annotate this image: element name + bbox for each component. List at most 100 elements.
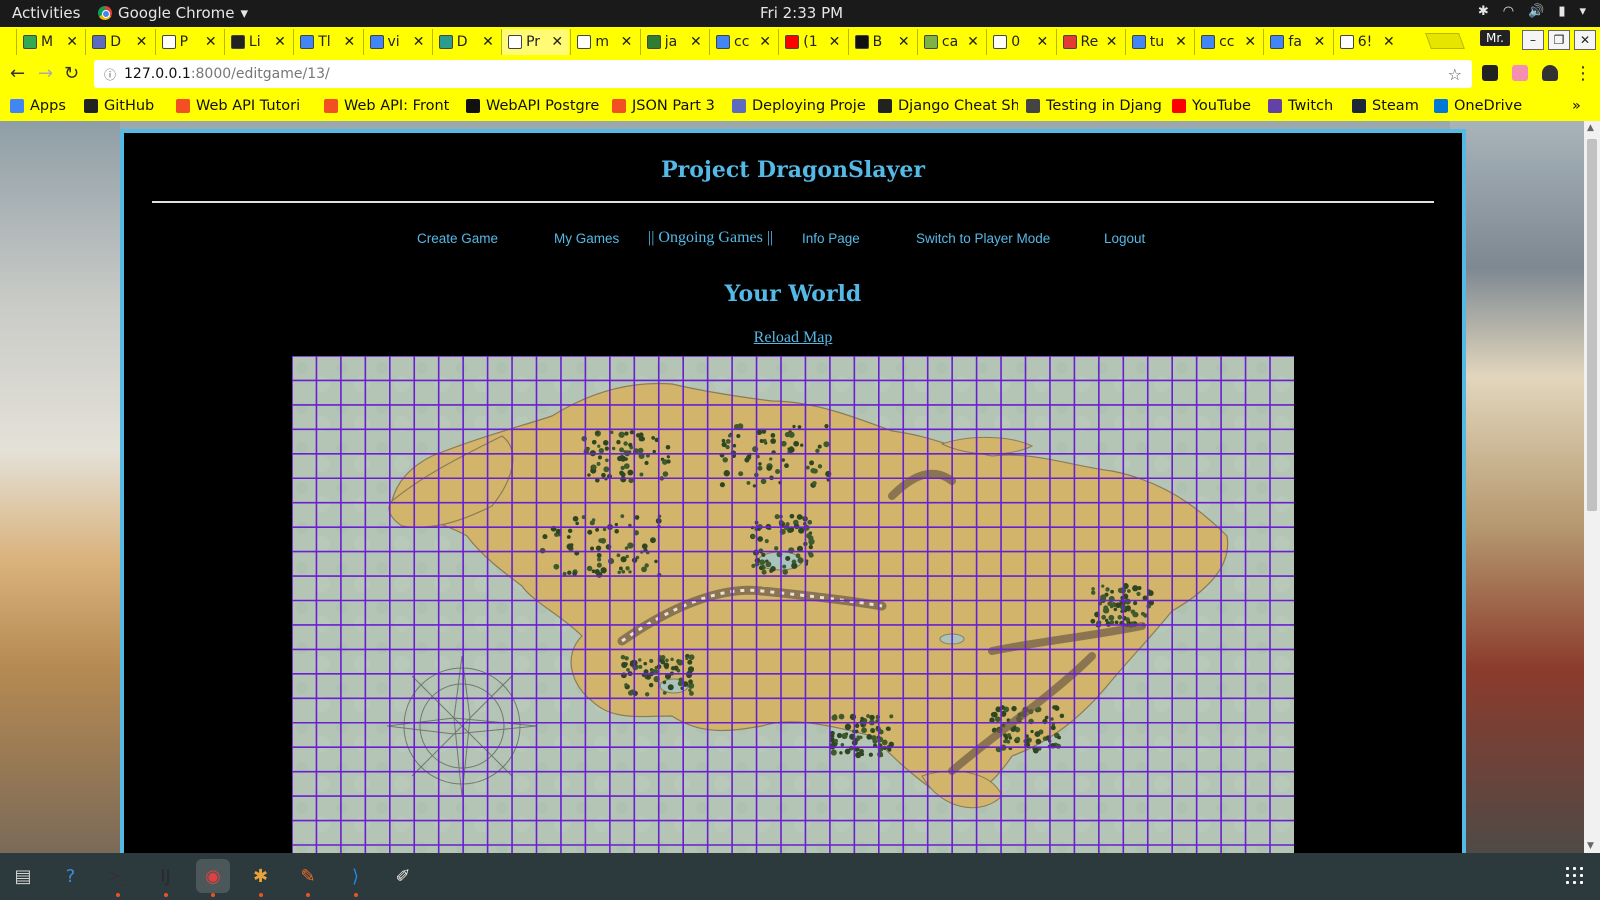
bookmark-star-icon[interactable]: ☆ (1448, 65, 1462, 84)
reload-icon[interactable]: ↻ (64, 63, 79, 84)
minimize-icon[interactable]: – (1522, 30, 1544, 50)
tab-close-icon[interactable]: ✕ (66, 34, 78, 50)
bookmark-item[interactable]: Apps (10, 98, 66, 114)
browser-tab[interactable]: Pr ✕ (501, 29, 570, 55)
bookmark-item[interactable]: Web API: Front (324, 98, 449, 114)
browser-tab[interactable]: tu ✕ (1124, 29, 1193, 55)
vscode-icon[interactable]: ⟩ (339, 859, 373, 897)
back-icon[interactable]: ← (10, 63, 25, 84)
browser-tab[interactable]: fa ✕ (1263, 29, 1331, 55)
slack-tray-icon[interactable]: ✱ (1478, 4, 1489, 19)
bookmark-item[interactable]: Web API Tutori (176, 98, 300, 114)
tab-close-icon[interactable]: ✕ (829, 34, 841, 50)
bookmark-item[interactable]: WebAPI Postgre (466, 98, 599, 114)
page-scrollbar[interactable]: ▲ ▼ (1584, 121, 1600, 853)
chrome-icon[interactable]: ◉ (196, 859, 230, 897)
show-applications-icon[interactable] (1564, 865, 1586, 887)
browser-tab[interactable]: D ✕ (431, 29, 500, 55)
extension-icon[interactable] (1482, 65, 1498, 81)
browser-tab[interactable]: (1 ✕ (778, 29, 846, 55)
tab-close-icon[interactable]: ✕ (1383, 34, 1395, 50)
browser-tab[interactable]: Li ✕ (223, 29, 292, 55)
tab-close-icon[interactable]: ✕ (621, 34, 633, 50)
world-map[interactable] (292, 356, 1294, 853)
kebab-menu-icon[interactable]: ⋮ (1574, 63, 1592, 84)
tab-close-icon[interactable]: ✕ (482, 34, 494, 50)
battery-icon[interactable]: ▮ (1558, 4, 1565, 19)
tab-close-icon[interactable]: ✕ (759, 34, 771, 50)
browser-tab[interactable]: 6! ✕ (1332, 29, 1401, 55)
scroll-down-icon[interactable]: ▼ (1587, 841, 1594, 851)
intellij-icon[interactable]: IJ (149, 859, 183, 897)
bookmark-item[interactable]: OneDrive (1434, 98, 1522, 114)
tab-close-icon[interactable]: ✕ (274, 34, 286, 50)
bookmark-item[interactable]: Testing in Djang (1026, 98, 1162, 114)
bookmark-item[interactable]: YouTube (1172, 98, 1251, 114)
tab-close-icon[interactable]: ✕ (205, 34, 217, 50)
tab-close-icon[interactable]: ✕ (1175, 34, 1187, 50)
maximize-icon[interactable]: ❐ (1548, 30, 1570, 50)
browser-tab[interactable]: vi ✕ (362, 29, 431, 55)
nav-logout[interactable]: Logout (1104, 231, 1145, 246)
extension-icon[interactable] (1512, 65, 1528, 81)
tab-close-icon[interactable]: ✕ (413, 34, 425, 50)
shield-icon[interactable] (1542, 65, 1558, 81)
clock[interactable]: Fri 2:33 PM (760, 4, 843, 22)
tab-close-icon[interactable]: ✕ (967, 34, 979, 50)
close-window-icon[interactable]: ✕ (1574, 30, 1596, 50)
system-tray[interactable]: ✱ ◠ 🔊 ▮ ▾ (1478, 4, 1586, 19)
tab-close-icon[interactable]: ✕ (1036, 34, 1048, 50)
tab-close-icon[interactable]: ✕ (343, 34, 355, 50)
map-canvas[interactable] (292, 356, 1294, 853)
files-icon[interactable]: ▤ (6, 859, 40, 893)
nav-my-games[interactable]: My Games (554, 231, 619, 246)
reload-map-link[interactable]: Reload Map (754, 329, 833, 346)
activities-button[interactable]: Activities (12, 4, 80, 22)
address-bar[interactable]: ⓘ 127.0.0.1:8000/editgame/13/ ☆ (94, 60, 1472, 88)
tab-close-icon[interactable]: ✕ (898, 34, 910, 50)
tab-close-icon[interactable]: ✕ (1314, 34, 1326, 50)
bookmark-item[interactable]: JSON Part 3 (612, 98, 715, 114)
browser-tab[interactable]: cc ✕ (709, 29, 777, 55)
volume-icon[interactable]: 🔊 (1528, 4, 1544, 19)
slack-icon[interactable]: ✱ (244, 859, 278, 897)
bookmarks-overflow-icon[interactable]: » (1572, 98, 1581, 114)
forward-icon[interactable]: → (38, 63, 53, 84)
new-tab-button[interactable] (1425, 33, 1465, 49)
browser-tab[interactable]: ca ✕ (916, 29, 985, 55)
bookmark-item[interactable]: Steam (1352, 98, 1419, 114)
bookmark-item[interactable]: Twitch (1268, 98, 1333, 114)
browser-tab[interactable]: Re ✕ (1055, 29, 1124, 55)
help-icon[interactable]: ? (54, 859, 88, 893)
tab-close-icon[interactable]: ✕ (1244, 34, 1256, 50)
nav-ongoing-games[interactable]: || Ongoing Games || (648, 229, 773, 247)
terminal-icon[interactable]: >_ (101, 859, 135, 897)
profile-button[interactable]: Mr. (1480, 30, 1510, 46)
bookmark-item[interactable]: Django Cheat Sh (878, 98, 1018, 114)
nav-create-game[interactable]: Create Game (417, 231, 498, 246)
browser-tab[interactable]: Tl ✕ (293, 29, 361, 55)
browser-tab[interactable]: m ✕ (570, 29, 638, 55)
scrollbar-thumb[interactable] (1587, 139, 1597, 511)
text-editor-icon[interactable]: ✐ (386, 859, 420, 893)
app-menu[interactable]: Google Chrome ▾ (98, 4, 248, 22)
bookmark-item[interactable]: Deploying Proje (732, 98, 866, 114)
browser-tab[interactable]: cc ✕ (1194, 29, 1262, 55)
bookmark-item[interactable]: GitHub (84, 98, 154, 114)
nav-switch-mode[interactable]: Switch to Player Mode (916, 231, 1050, 246)
browser-tab[interactable]: B ✕ (847, 29, 916, 55)
tab-close-icon[interactable]: ✕ (690, 34, 702, 50)
tab-close-icon[interactable]: ✕ (1106, 34, 1118, 50)
tab-close-icon[interactable]: ✕ (551, 34, 563, 50)
wifi-icon[interactable]: ◠ (1503, 4, 1514, 19)
browser-tab[interactable]: D ✕ (85, 29, 153, 55)
browser-tab[interactable]: ja ✕ (639, 29, 708, 55)
postman-icon[interactable]: ✎ (291, 859, 325, 897)
browser-tab[interactable]: P ✕ (154, 29, 223, 55)
browser-tab[interactable]: M ✕ (16, 29, 84, 55)
info-icon[interactable]: ⓘ (104, 66, 116, 83)
browser-tab[interactable]: 0 ✕ (986, 29, 1054, 55)
nav-info-page[interactable]: Info Page (802, 231, 860, 246)
power-menu-icon[interactable]: ▾ (1579, 4, 1586, 19)
scroll-up-icon[interactable]: ▲ (1587, 123, 1594, 133)
